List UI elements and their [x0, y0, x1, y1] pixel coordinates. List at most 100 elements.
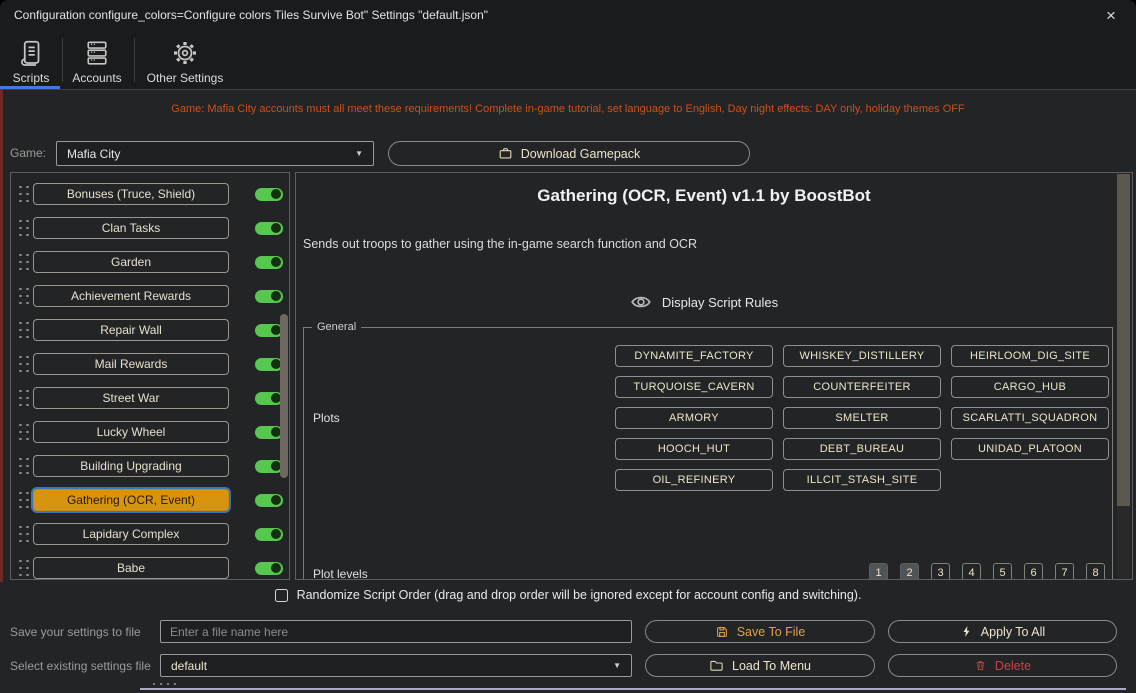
plot-button[interactable]: SMELTER	[783, 407, 941, 429]
plot-button[interactable]: DYNAMITE_FACTORY	[615, 345, 773, 367]
script-toggle[interactable]	[255, 392, 283, 405]
script-toggle[interactable]	[255, 188, 283, 201]
script-button[interactable]: Repair Wall	[33, 319, 229, 341]
plot-button[interactable]: CARGO_HUB	[951, 376, 1109, 398]
script-button[interactable]: Garden	[33, 251, 229, 273]
panel-scrollbar-thumb[interactable]	[1117, 174, 1130, 506]
script-toggle[interactable]	[255, 426, 283, 439]
script-button[interactable]: Lapidary Complex	[33, 523, 229, 545]
script-toggle[interactable]	[255, 494, 283, 507]
titlebar: Configuration configure_colors=Configure…	[0, 0, 1136, 30]
randomize-row: Randomize Script Order (drag and drop or…	[0, 586, 1136, 604]
background-artifact	[153, 683, 176, 685]
randomize-checkbox[interactable]	[275, 589, 288, 602]
load-to-menu-button[interactable]: Load To Menu	[645, 654, 875, 677]
download-gamepack-button[interactable]: Download Gamepack	[388, 141, 750, 166]
script-toggle[interactable]	[255, 256, 283, 269]
script-button[interactable]: Clan Tasks	[33, 217, 229, 239]
save-icon	[715, 625, 729, 639]
randomize-label: Randomize Script Order (drag and drop or…	[297, 588, 862, 602]
script-row: Street War	[11, 381, 289, 415]
drag-handle-icon[interactable]	[19, 458, 29, 475]
drag-handle-icon[interactable]	[19, 254, 29, 271]
script-row: Lapidary Complex	[11, 517, 289, 551]
plot-button[interactable]: HOOCH_HUT	[615, 438, 773, 460]
tab-scripts-label: Scripts	[13, 71, 50, 85]
plot-button[interactable]: WHISKEY_DISTILLERY	[783, 345, 941, 367]
plot-level-button[interactable]: 2	[900, 563, 919, 580]
script-button[interactable]: Babe	[33, 557, 229, 579]
script-button[interactable]: Gathering (OCR, Event)	[33, 489, 229, 511]
drag-handle-icon[interactable]	[19, 186, 29, 203]
plot-level-button[interactable]: 6	[1024, 563, 1043, 580]
drag-handle-icon[interactable]	[19, 560, 29, 577]
plot-level-button[interactable]: 8	[1086, 563, 1105, 580]
drag-handle-icon[interactable]	[19, 220, 29, 237]
filename-input[interactable]	[160, 620, 632, 643]
script-toggle[interactable]	[255, 358, 283, 371]
plot-level-button[interactable]: 1	[869, 563, 888, 580]
load-to-menu-label: Load To Menu	[732, 659, 811, 673]
window-title: Configuration configure_colors=Configure…	[14, 8, 488, 22]
script-toggle[interactable]	[255, 528, 283, 541]
script-button[interactable]: Building Upgrading	[33, 455, 229, 477]
game-requirements-warning: Game: Mafia City accounts must all meet …	[0, 103, 1136, 115]
plot-button[interactable]: COUNTERFEITER	[783, 376, 941, 398]
tab-accounts-label: Accounts	[72, 71, 121, 85]
settings-file-value: default	[171, 659, 207, 673]
script-button[interactable]: Mail Rewards	[33, 353, 229, 375]
close-icon[interactable]: ×	[1096, 3, 1126, 28]
plot-button[interactable]: SCARLATTI_SQUADRON	[951, 407, 1109, 429]
delete-button[interactable]: Delete	[888, 654, 1117, 677]
accounts-icon	[82, 38, 112, 68]
plot-button[interactable]: ILLCIT_STASH_SITE	[783, 469, 941, 491]
script-title: Gathering (OCR, Event) v1.1 by BoostBot	[296, 186, 1112, 206]
app-window: Configuration configure_colors=Configure…	[0, 0, 1136, 693]
content-area: Game: Mafia City accounts must all meet …	[0, 90, 1136, 693]
display-script-rules[interactable]: Display Script Rules	[296, 291, 1112, 313]
save-to-file-button[interactable]: Save To File	[645, 620, 875, 643]
tabbar: Scripts Accounts	[0, 30, 1136, 90]
drag-handle-icon[interactable]	[19, 424, 29, 441]
drag-handle-icon[interactable]	[19, 288, 29, 305]
drag-handle-icon[interactable]	[19, 492, 29, 509]
script-toggle[interactable]	[255, 460, 283, 473]
plot-level-button[interactable]: 3	[931, 563, 950, 580]
script-list-scrollbar[interactable]	[280, 314, 288, 478]
drag-handle-icon[interactable]	[19, 526, 29, 543]
apply-to-all-button[interactable]: Apply To All	[888, 620, 1117, 643]
settings-file-select[interactable]: default ▼	[160, 654, 632, 677]
plot-level-button[interactable]: 5	[993, 563, 1012, 580]
script-row: Gathering (OCR, Event)	[11, 483, 289, 517]
plot-button[interactable]: HEIRLOOM_DIG_SITE	[951, 345, 1109, 367]
display-script-rules-label: Display Script Rules	[662, 295, 778, 310]
script-button[interactable]: Lucky Wheel	[33, 421, 229, 443]
plot-button[interactable]: ARMORY	[615, 407, 773, 429]
script-button[interactable]: Achievement Rewards	[33, 285, 229, 307]
plot-button[interactable]: TURQUOISE_CAVERN	[615, 376, 773, 398]
drag-handle-icon[interactable]	[19, 390, 29, 407]
folder-icon	[709, 658, 724, 673]
plot-button[interactable]: UNIDAD_PLATOON	[951, 438, 1109, 460]
game-select[interactable]: Mafia City ▼	[56, 141, 374, 166]
drag-handle-icon[interactable]	[19, 356, 29, 373]
panel-scrollbar[interactable]	[1117, 174, 1130, 579]
script-toggle[interactable]	[255, 290, 283, 303]
plot-levels-label: Plot levels	[313, 567, 368, 580]
save-settings-label: Save your settings to file	[10, 625, 141, 639]
script-row: Clan Tasks	[11, 211, 289, 245]
script-row: Lucky Wheel	[11, 415, 289, 449]
script-button[interactable]: Bonuses (Truce, Shield)	[33, 183, 229, 205]
script-toggle[interactable]	[255, 324, 283, 337]
plot-button[interactable]: DEBT_BUREAU	[783, 438, 941, 460]
lightning-icon	[960, 625, 973, 638]
plot-level-button[interactable]: 7	[1055, 563, 1074, 580]
script-toggle[interactable]	[255, 562, 283, 575]
script-button[interactable]: Street War	[33, 387, 229, 409]
plot-button[interactable]: OIL_REFINERY	[615, 469, 773, 491]
drag-handle-icon[interactable]	[19, 322, 29, 339]
game-select-value: Mafia City	[67, 147, 120, 161]
script-toggle[interactable]	[255, 222, 283, 235]
plot-level-button[interactable]: 4	[962, 563, 981, 580]
plots-label: Plots	[313, 411, 340, 425]
